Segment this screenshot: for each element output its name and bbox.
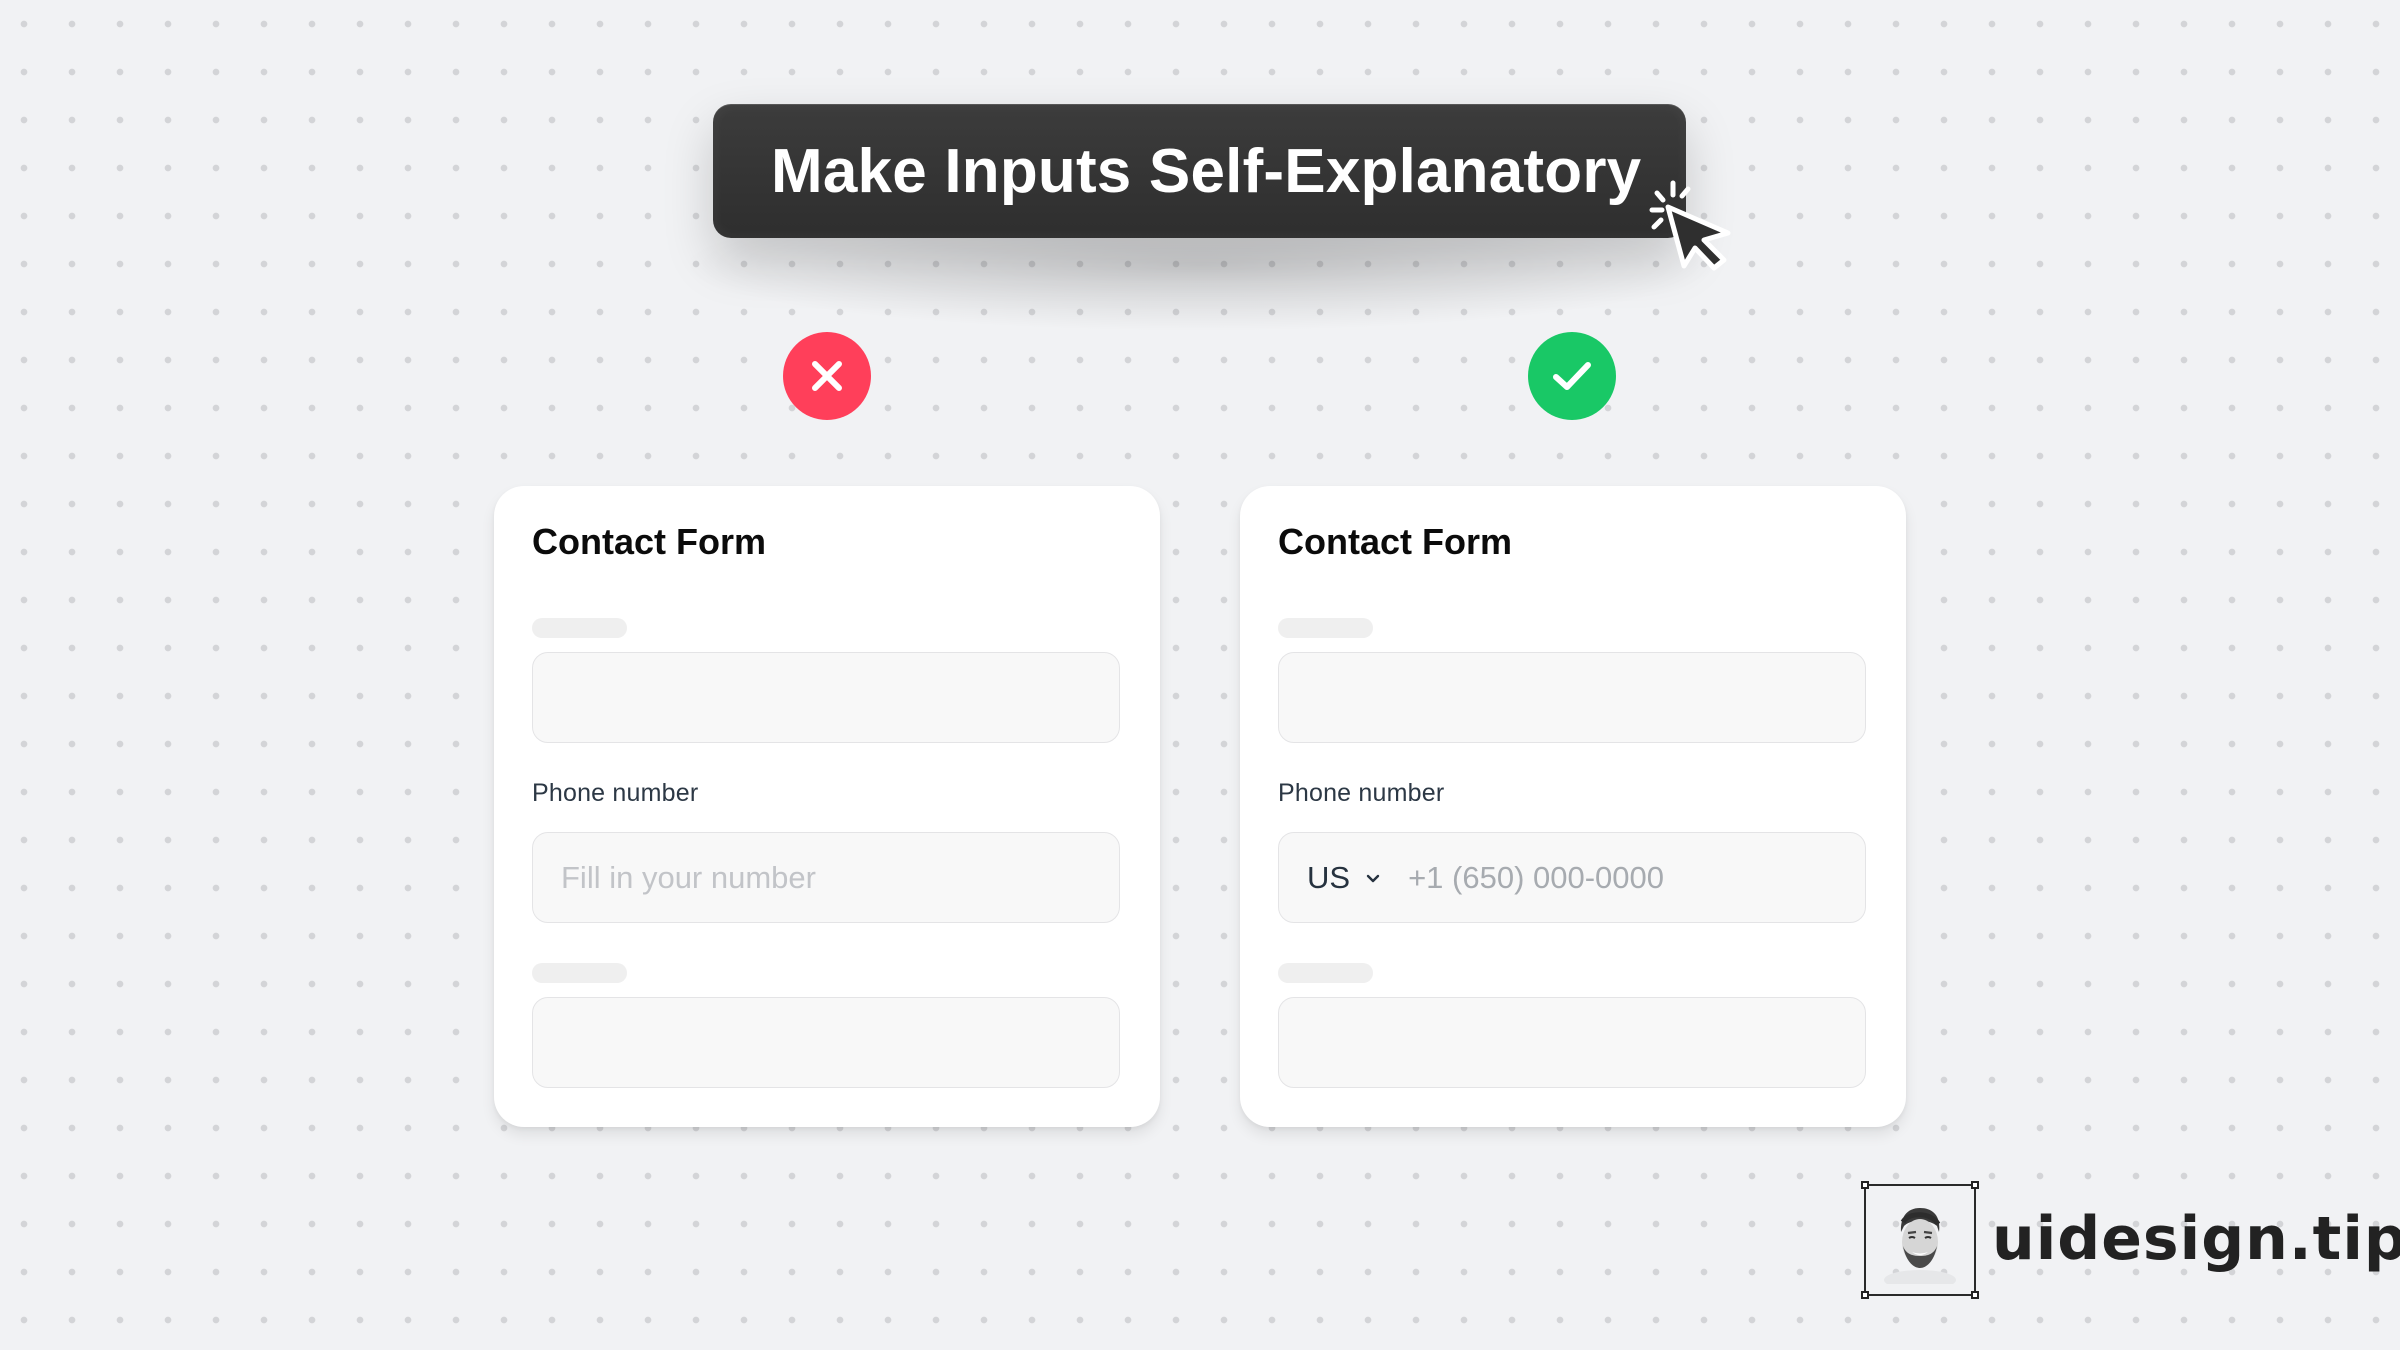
contact-form-good: Contact Form Phone number US +1 (650) 00… bbox=[1240, 486, 1906, 1127]
third-input[interactable] bbox=[532, 997, 1120, 1088]
avatar-frame bbox=[1861, 1181, 1979, 1299]
phone-placeholder: Fill in your number bbox=[561, 859, 816, 895]
resize-handle bbox=[1971, 1181, 1979, 1189]
chevron-down-icon bbox=[1366, 874, 1380, 882]
phone-input[interactable]: US +1 (650) 000-0000 bbox=[1278, 832, 1866, 923]
pointer-click-icon bbox=[1649, 180, 1731, 271]
incorrect-badge bbox=[783, 332, 871, 420]
correct-badge bbox=[1528, 332, 1616, 420]
resize-handle bbox=[1861, 1181, 1869, 1189]
third-input[interactable] bbox=[1278, 997, 1866, 1088]
form-title: Contact Form bbox=[532, 521, 766, 562]
resize-handle bbox=[1971, 1291, 1979, 1299]
phone-placeholder: +1 (650) 000-0000 bbox=[1408, 859, 1665, 895]
skeleton-label bbox=[532, 618, 627, 638]
phone-label: Phone number bbox=[1278, 779, 1445, 807]
phone-label: Phone number bbox=[532, 779, 699, 807]
country-code-select[interactable]: US bbox=[1307, 860, 1382, 896]
brand-name: uidesign.tips bbox=[1992, 1204, 2400, 1274]
x-icon bbox=[812, 361, 842, 391]
skeleton-label bbox=[532, 963, 627, 983]
check-icon bbox=[1553, 362, 1591, 390]
banner-title: Make Inputs Self-Explanatory bbox=[771, 136, 1642, 206]
skeleton-label bbox=[1278, 963, 1373, 983]
country-code: US bbox=[1307, 859, 1351, 895]
phone-input[interactable]: Fill in your number bbox=[532, 832, 1120, 923]
skeleton-label bbox=[1278, 618, 1373, 638]
first-input[interactable] bbox=[532, 652, 1120, 743]
resize-handle bbox=[1861, 1291, 1869, 1299]
first-input[interactable] bbox=[1278, 652, 1866, 743]
title-banner: Make Inputs Self-Explanatory bbox=[713, 104, 1686, 238]
contact-form-bad: Contact Form Phone number Fill in your n… bbox=[494, 486, 1160, 1127]
author-avatar bbox=[1884, 1208, 1956, 1284]
form-title: Contact Form bbox=[1278, 521, 1512, 562]
